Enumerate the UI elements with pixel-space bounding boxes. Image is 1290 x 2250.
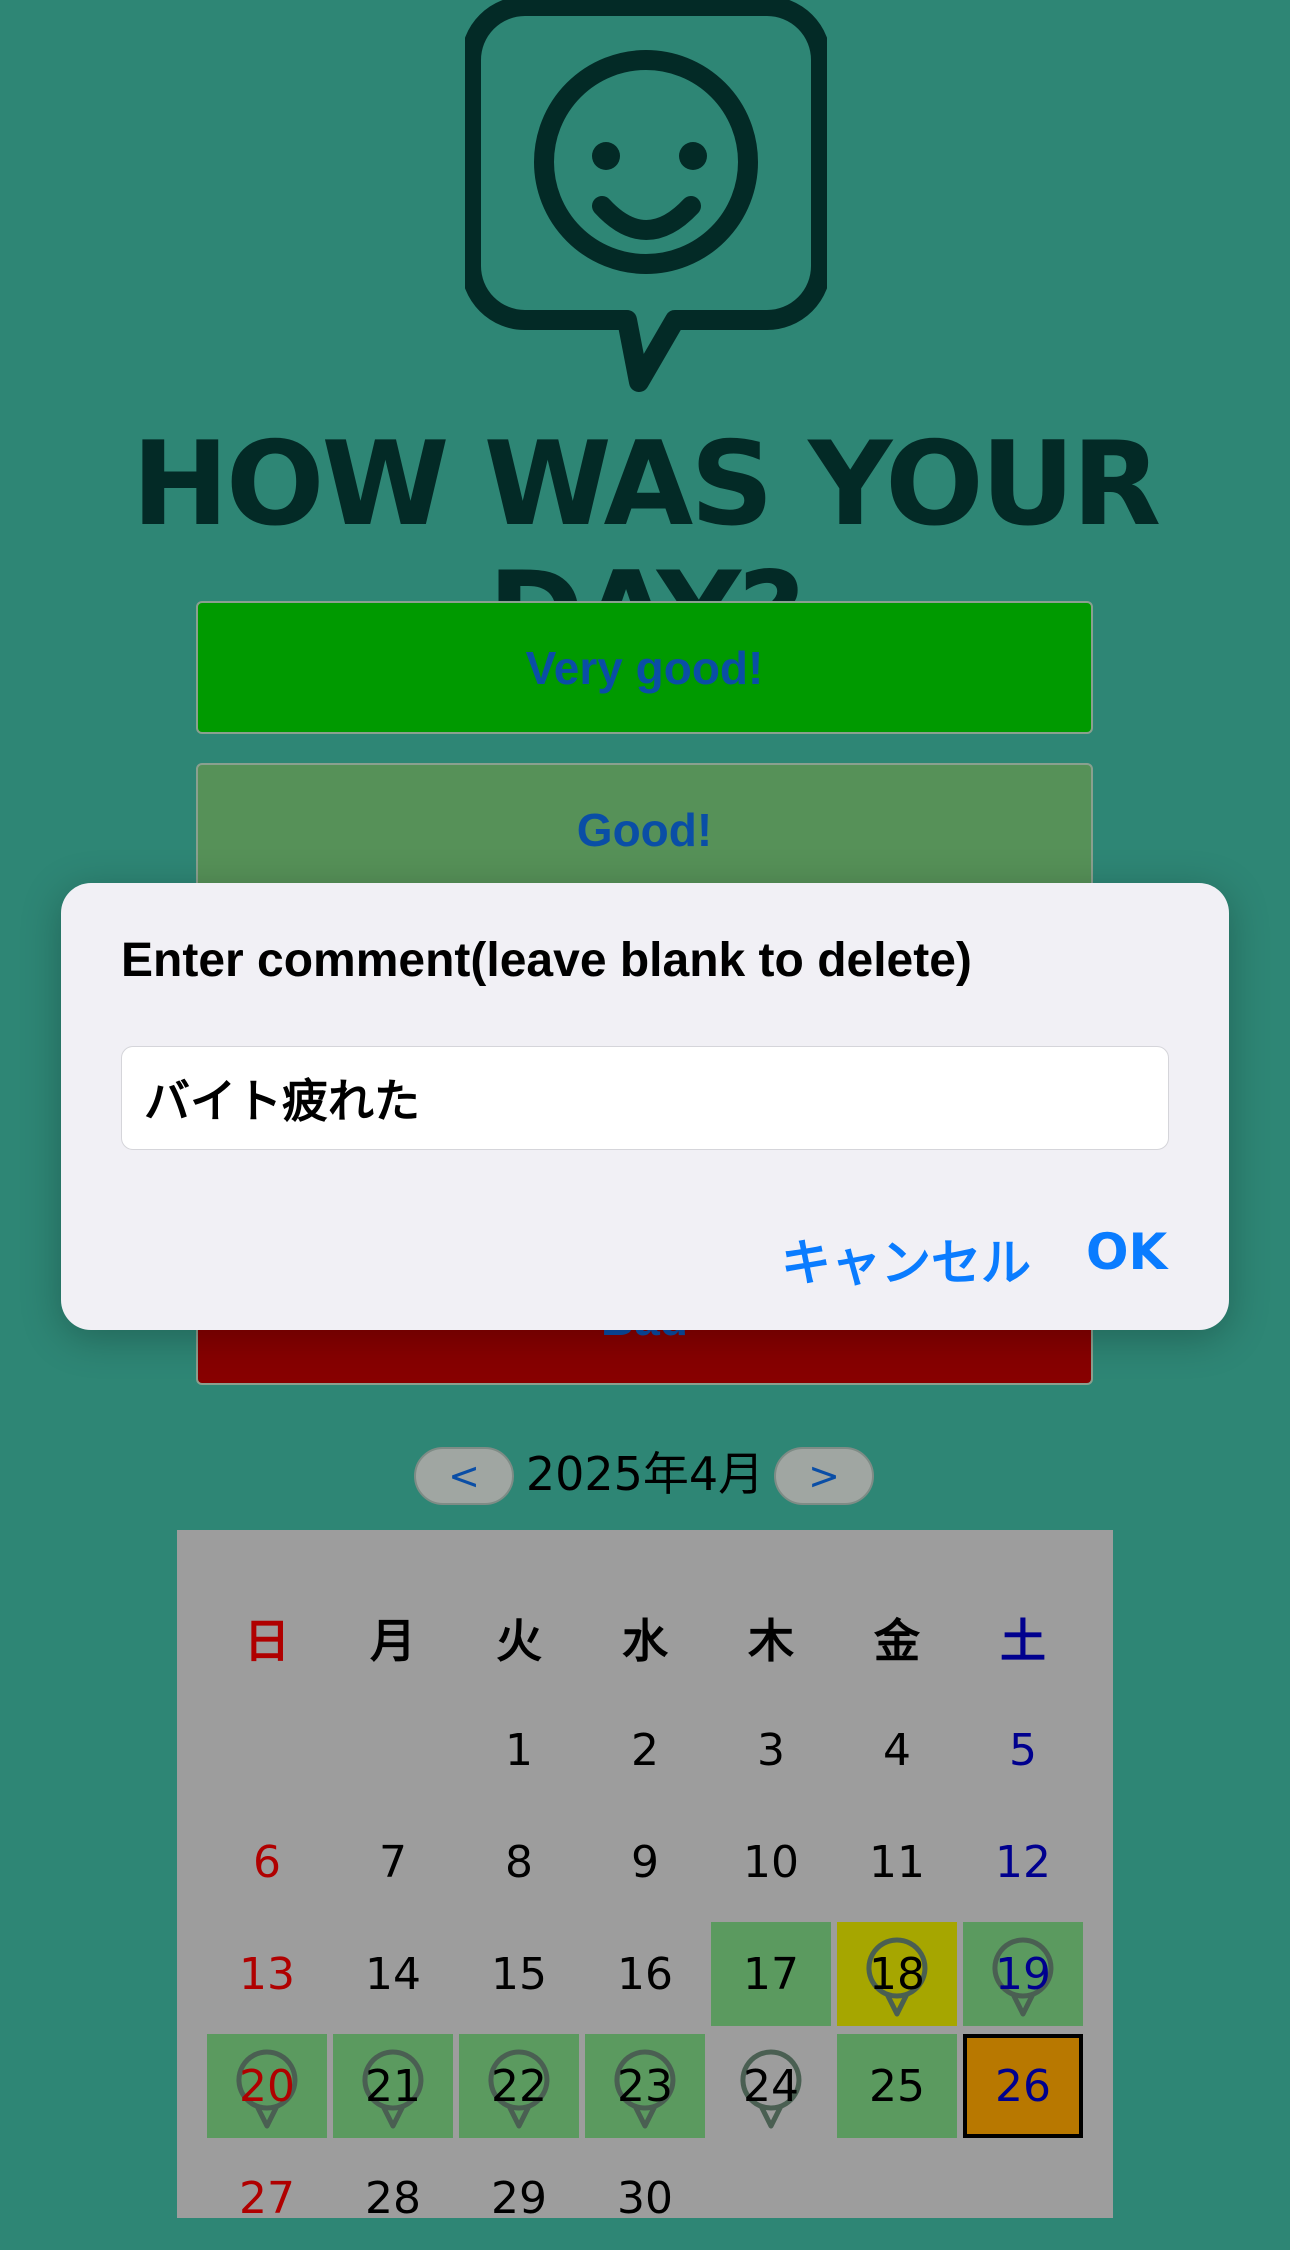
- comment-input[interactable]: バイト疲れた: [121, 1046, 1169, 1150]
- ok-button[interactable]: OK: [1086, 1223, 1167, 1281]
- cancel-button[interactable]: キャンセル: [781, 1223, 1031, 1295]
- dialog-title: Enter comment(leave blank to delete): [121, 934, 972, 987]
- comment-dialog: Enter comment(leave blank to delete) バイト…: [61, 883, 1229, 1330]
